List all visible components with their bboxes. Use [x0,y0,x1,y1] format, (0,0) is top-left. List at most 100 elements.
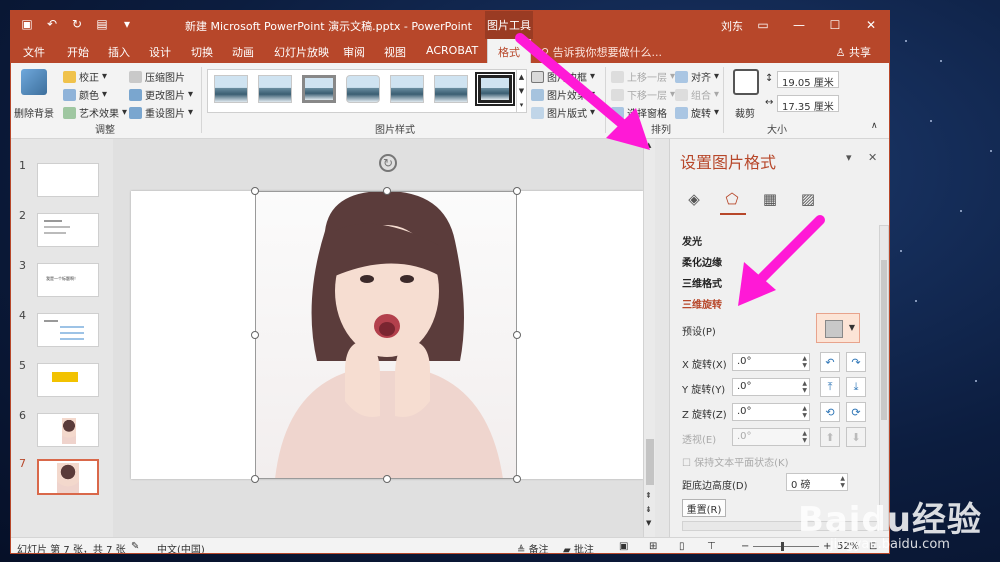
comments-button[interactable]: ▰ 批注 [563,541,594,553]
tab-home[interactable]: 开始 [67,44,89,60]
distance-from-ground-input[interactable]: 0 磅 ▲ ▼ [786,473,848,491]
slide-photo[interactable] [255,191,517,479]
spinner-icon[interactable]: ▲ ▼ [802,430,807,444]
section-soft-edges[interactable]: 柔化边缘 [682,254,722,269]
tab-design[interactable]: 设计 [149,44,171,60]
picture-style-item[interactable] [346,75,380,103]
previous-slide-icon[interactable]: ⇞ [645,491,652,500]
slide-thumbnail-4[interactable] [37,313,99,347]
share-button[interactable]: ♙ 共享 [836,44,871,60]
width-field[interactable]: 17.35 厘米 [777,95,839,113]
picture-effects-button[interactable]: 图片效果 ▾ [531,87,595,102]
x-rotation-input[interactable]: .0° ▲ ▼ [732,353,810,371]
z-rotation-input[interactable]: .0° ▲ ▼ [732,403,810,421]
picture-layout-button[interactable]: 图片版式 ▾ [531,105,595,120]
picture-style-item[interactable] [302,75,336,103]
tab-transitions[interactable]: 切换 [191,44,213,60]
spinner-icon[interactable]: ▲ ▼ [802,405,807,419]
save-icon[interactable]: ▣ [19,16,35,32]
next-slide-icon[interactable]: ⇟ [645,505,652,514]
effects-pentagon-icon[interactable]: ⬠ [722,189,742,209]
collapse-ribbon-icon[interactable]: ∧ [871,121,878,131]
chevron-up-icon[interactable]: ▲ [646,141,651,149]
editor-vertical-scrollbar[interactable]: ▲ ⇞ ⇟ ▼ [643,139,655,537]
rotate-button[interactable]: 旋转 ▾ [675,105,719,120]
slide-thumbnail-2[interactable] [37,213,99,247]
keep-text-flat-checkbox[interactable]: ☐ 保持文本平面状态(K) [682,454,789,469]
notes-button[interactable]: ≜ 备注 [517,541,549,553]
picture-style-item[interactable] [390,75,424,103]
selection-pane-button[interactable]: 选择窗格 [611,105,667,120]
zoom-out-icon[interactable]: − [741,541,749,552]
height-field[interactable]: 19.05 厘米 [777,71,839,89]
color-button[interactable]: 颜色 ▾ [63,87,107,102]
tab-review[interactable]: 审阅 [343,44,365,60]
corrections-button[interactable]: 校正 ▾ [63,69,107,84]
preset-dropdown[interactable]: ▼ [816,313,860,343]
language-indicator[interactable]: 中文(中国) [157,541,205,553]
close-icon[interactable]: ✕ [853,11,889,39]
picture-border-button[interactable]: 图片边框 ▾ [531,69,595,84]
pane-options-icon[interactable]: ▾ [846,151,852,164]
redo-icon[interactable]: ↻ [69,16,85,32]
tell-me-search[interactable]: ⚲ 告诉我你想要做什么... [541,44,662,60]
remove-background-button[interactable]: 删除背景 [14,105,54,120]
slideshow-icon[interactable]: ⊤ [707,541,716,552]
rotate-handle-icon[interactable]: ↻ [379,154,397,172]
picture-style-item[interactable] [258,75,292,103]
presenter-icon[interactable]: ▤ [94,16,110,32]
rotate-ccw-z-icon[interactable]: ⟲ [820,402,840,422]
picture-style-item[interactable] [434,75,468,103]
section-3d-rotation[interactable]: 三维旋转 [682,296,722,311]
tab-view[interactable]: 视图 [384,44,406,60]
picture-style-item-selected[interactable] [475,72,515,106]
tab-file[interactable]: 文件 [23,44,45,60]
y-rotation-input[interactable]: .0° ▲ ▼ [732,378,810,396]
crop-icon[interactable] [733,69,759,95]
bring-forward-button[interactable]: 上移一层 ▾ [611,69,675,84]
group-button[interactable]: 组合 ▾ [675,87,719,102]
scrollbar-thumb[interactable] [646,439,654,485]
normal-view-icon[interactable]: ▣ [619,541,628,552]
remove-background-icon[interactable] [21,69,47,95]
slide-thumbnail-7-selected[interactable] [37,459,99,495]
reset-button[interactable]: 重置(R) [682,499,726,517]
rotate-right-x-icon[interactable]: ↷ [846,352,866,372]
perspective-input[interactable]: .0° ▲ ▼ [732,428,810,446]
spinner-icon[interactable]: ▲ ▼ [840,475,845,489]
ribbon-display-icon[interactable]: ▭ [745,11,781,39]
undo-icon[interactable]: ↶ [44,16,60,32]
spinner-icon[interactable]: ▲ ▼ [802,380,807,394]
picture-style-item[interactable] [214,75,248,103]
artistic-effects-button[interactable]: 艺术效果 ▾ [63,105,127,120]
change-picture-button[interactable]: 更改图片 ▾ [129,87,193,102]
current-slide[interactable] [131,191,643,479]
tab-slideshow[interactable]: 幻灯片放映 [274,44,329,60]
tab-animations[interactable]: 动画 [232,44,254,60]
customize-qat-icon[interactable]: ▾ [119,16,135,32]
send-backward-button[interactable]: 下移一层 ▾ [611,87,675,102]
pane-vertical-scrollbar[interactable] [879,225,889,531]
section-glow[interactable]: 发光 [682,233,702,248]
picture-icon[interactable]: ▨ [798,189,818,209]
user-name[interactable]: 刘东 [721,18,743,34]
slide-thumbnail-6[interactable] [37,413,99,447]
spellcheck-icon[interactable]: ✎ [131,541,139,552]
gallery-more-icon[interactable]: ▾ [520,101,524,109]
crop-button[interactable]: 裁剪 [735,105,755,120]
align-button[interactable]: 对齐 ▾ [675,69,719,84]
scrollbar-thumb[interactable] [881,260,887,420]
minimize-icon[interactable]: — [781,11,817,39]
slide-thumbnail-5[interactable] [37,363,99,397]
tab-insert[interactable]: 插入 [108,44,130,60]
reading-view-icon[interactable]: ▯ [679,541,685,552]
maximize-icon[interactable]: ☐ [817,11,853,39]
chevron-up-icon[interactable]: ▲ [519,73,524,81]
tab-acrobat[interactable]: ACROBAT [426,44,478,57]
perspective-up-icon[interactable]: ⬆ [820,427,840,447]
tab-format[interactable]: 格式 [487,39,531,63]
rotate-left-x-icon[interactable]: ↶ [820,352,840,372]
chevron-down-icon[interactable]: ▼ [519,87,524,95]
zoom-slider-knob[interactable] [781,542,784,551]
slide-sorter-icon[interactable]: ⊞ [649,541,657,552]
